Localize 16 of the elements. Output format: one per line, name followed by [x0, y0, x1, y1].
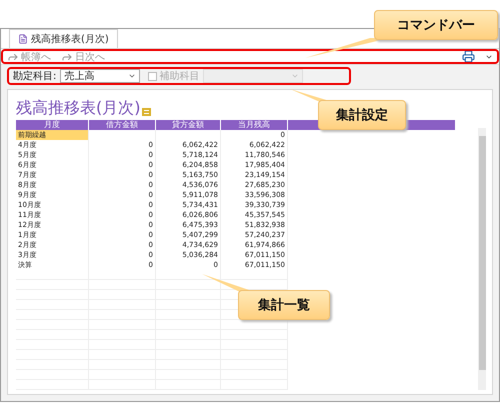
- scrollbar[interactable]: [478, 128, 486, 390]
- callout-label: コマンドバー: [374, 10, 498, 40]
- report-title: 残高推移表(月次): [16, 98, 140, 118]
- column-header[interactable]: 借方金額: [89, 120, 156, 130]
- print-icon[interactable]: [462, 50, 475, 64]
- sub-account-select[interactable]: [203, 69, 304, 84]
- report-tab[interactable]: 残高推移表(月次): [9, 29, 118, 48]
- account-label: 勘定科目:: [13, 70, 56, 84]
- badge-icon: [142, 108, 152, 116]
- callout-label: 集計設定: [318, 100, 406, 130]
- column-header[interactable]: 当月残高: [221, 120, 288, 130]
- callout-label: 集計一覧: [238, 290, 330, 320]
- column-header[interactable]: 貸方金額: [156, 120, 221, 130]
- account-select[interactable]: 売上高: [60, 69, 140, 84]
- column-header[interactable]: 月度: [16, 120, 89, 130]
- document-icon: [18, 34, 28, 44]
